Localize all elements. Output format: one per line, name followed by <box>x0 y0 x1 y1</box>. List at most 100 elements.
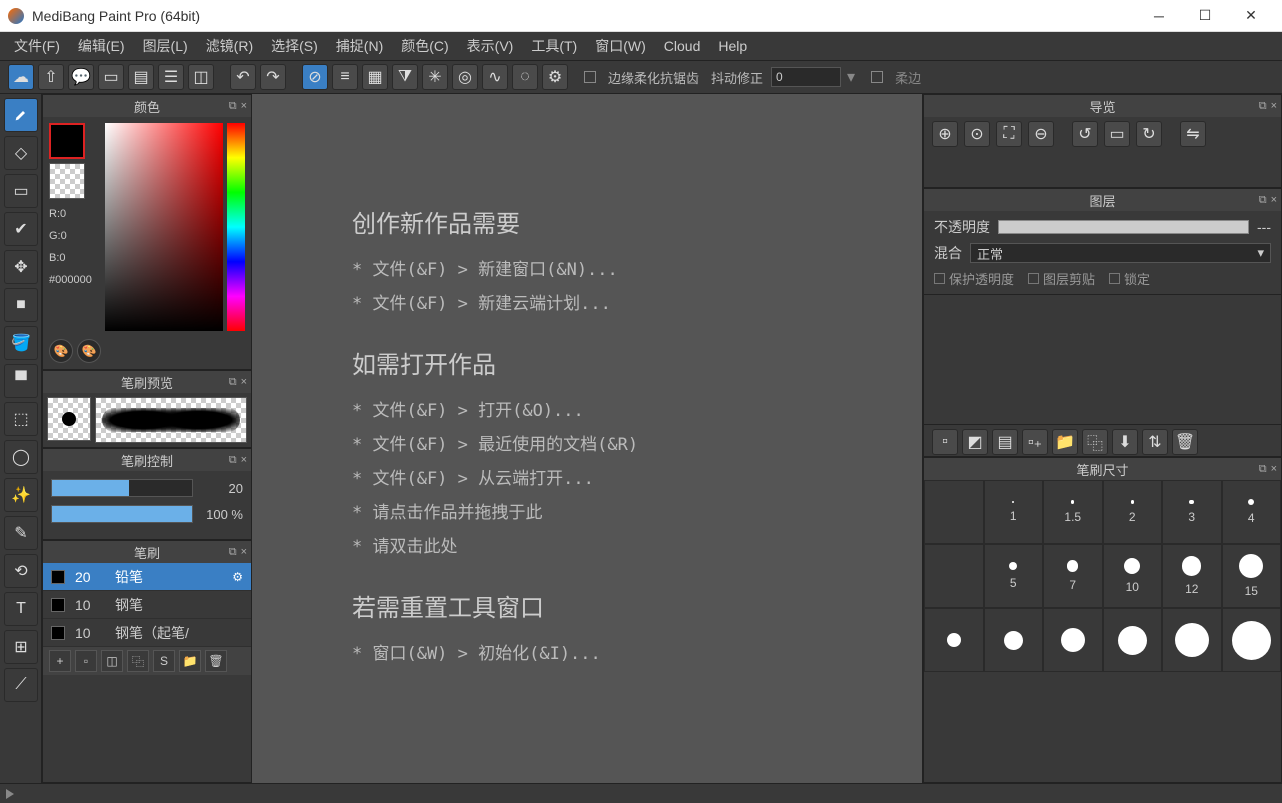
popout-icon[interactable]: ⧉ <box>1259 463 1267 476</box>
brush-item-pencil[interactable]: 20 铅笔 ⚙ <box>43 563 251 591</box>
zoom-fit-icon[interactable]: ⊙ <box>964 121 990 147</box>
snap-perspective-icon[interactable]: ⧩ <box>392 64 418 90</box>
foreground-color-swatch[interactable] <box>49 123 85 159</box>
eyedropper-tool[interactable]: ⟋ <box>4 668 38 702</box>
dot-brush-tool[interactable]: ✔ <box>4 212 38 246</box>
palette-wheel-icon[interactable]: 🎨 <box>77 339 101 363</box>
brush-size-cell[interactable]: 15 <box>1222 544 1282 608</box>
brush-opacity-slider[interactable] <box>51 505 193 523</box>
brush-control-header[interactable]: 笔刷控制 ⧉× <box>43 449 251 471</box>
delete-brush-button[interactable]: 🗑 <box>205 650 227 672</box>
gradient-tool[interactable]: ▀ <box>4 364 38 398</box>
canvas-area[interactable]: 创作新作品需要 * 文件(&F) > 新建窗口(&N)... * 文件(&F) … <box>252 94 922 783</box>
add-brush-button[interactable]: + <box>49 650 71 672</box>
cloud-icon[interactable]: ☁ <box>8 64 34 90</box>
new-brush-button[interactable]: ▫ <box>75 650 97 672</box>
status-expand-icon[interactable] <box>6 789 14 799</box>
maximize-button[interactable]: ☐ <box>1182 0 1228 32</box>
brush-size-cell[interactable] <box>984 608 1044 672</box>
popout-icon[interactable]: ⧉ <box>229 376 237 389</box>
layer-settings-button[interactable]: ⇅ <box>1142 429 1168 455</box>
wand-tool[interactable]: ✨ <box>4 478 38 512</box>
brush-size-cell[interactable]: 3 <box>1162 480 1222 544</box>
close-icon[interactable]: × <box>1271 194 1277 207</box>
comment-icon[interactable]: 💬 <box>68 64 94 90</box>
lasso-tool[interactable]: ◯ <box>4 440 38 474</box>
rotate-cw-icon[interactable]: ↻ <box>1136 121 1162 147</box>
layer-list[interactable] <box>924 294 1281 424</box>
antialias-checkbox[interactable] <box>584 71 596 83</box>
snap-concentric-icon[interactable]: ◎ <box>452 64 478 90</box>
snap-parallel-icon[interactable]: ≡ <box>332 64 358 90</box>
protect-alpha-checkbox[interactable] <box>934 273 945 284</box>
menu-edit[interactable]: 编辑(E) <box>70 34 133 58</box>
new-color-layer-button[interactable]: ◩ <box>962 429 988 455</box>
brush-folder-button[interactable]: 📁 <box>179 650 201 672</box>
brush-size-slider[interactable] <box>51 479 193 497</box>
hue-slider[interactable] <box>227 123 245 331</box>
close-icon[interactable]: × <box>1271 463 1277 476</box>
new-layer-button[interactable]: ▫ <box>932 429 958 455</box>
chat-icon[interactable]: ▭ <box>98 64 124 90</box>
bucket-tool[interactable]: 🪣 <box>4 326 38 360</box>
brush-size-cell[interactable] <box>1043 608 1103 672</box>
brush-size-cell[interactable]: 2 <box>1103 480 1163 544</box>
brush-tool[interactable] <box>4 98 38 132</box>
clipping-checkbox[interactable] <box>1028 273 1039 284</box>
menu-snap[interactable]: 捕捉(N) <box>328 34 391 58</box>
brush-size-cell[interactable]: 10 <box>1103 544 1163 608</box>
snap-ellipse-icon[interactable]: ◌ <box>512 64 538 90</box>
brush-size-cell[interactable]: 7 <box>1043 544 1103 608</box>
brush-size-cell[interactable] <box>924 608 984 672</box>
menu-color[interactable]: 颜色(C) <box>393 34 456 58</box>
pen-select-tool[interactable]: ✎ <box>4 516 38 550</box>
snap-grid-icon[interactable]: ▦ <box>362 64 388 90</box>
eraser-tool[interactable]: ◇ <box>4 136 38 170</box>
popout-icon[interactable]: ⧉ <box>229 546 237 559</box>
brush-group-button[interactable]: ◫ <box>101 650 123 672</box>
new-halftone-layer-button[interactable]: ▤ <box>992 429 1018 455</box>
menu-tool[interactable]: 工具(T) <box>523 34 585 58</box>
brush-preview-header[interactable]: 笔刷预览 ⧉× <box>43 371 251 393</box>
brush-size-header[interactable]: 笔刷尺寸 ⧉× <box>924 458 1281 480</box>
divide-tool[interactable]: ⊞ <box>4 630 38 664</box>
popout-icon[interactable]: ⧉ <box>1259 100 1267 113</box>
layer-opacity-slider[interactable] <box>998 220 1249 234</box>
zoom-in-icon[interactable]: ⊕ <box>932 121 958 147</box>
brush-size-cell[interactable]: 1 <box>984 480 1044 544</box>
brush-script-button[interactable]: S <box>153 650 175 672</box>
brush-size-cell[interactable]: 1.5 <box>1043 480 1103 544</box>
move-tool[interactable]: ✥ <box>4 250 38 284</box>
brush-size-cell[interactable]: 5 <box>984 544 1044 608</box>
brush-item-pen2[interactable]: 10 钢笔（起笔/ <box>43 619 251 647</box>
brush-size-cell[interactable] <box>1162 608 1222 672</box>
menu-window[interactable]: 窗口(W) <box>587 34 654 58</box>
close-button[interactable]: ✕ <box>1228 0 1274 32</box>
text-tool[interactable]: T <box>4 592 38 626</box>
menu-select[interactable]: 选择(S) <box>263 34 326 58</box>
merge-down-button[interactable]: ⬇ <box>1112 429 1138 455</box>
snap-curve-icon[interactable]: ∿ <box>482 64 508 90</box>
shake-input[interactable] <box>771 67 841 87</box>
brush-size-cell[interactable] <box>1222 608 1282 672</box>
lock-checkbox[interactable] <box>1109 273 1120 284</box>
close-icon[interactable]: × <box>241 546 247 559</box>
navigator-header[interactable]: 导览 ⧉× <box>924 95 1281 117</box>
minimize-button[interactable]: ─ <box>1136 0 1182 32</box>
swatch-icon[interactable]: ◫ <box>188 64 214 90</box>
fill-tool[interactable]: ■ <box>4 288 38 322</box>
close-icon[interactable]: × <box>1271 100 1277 113</box>
delete-layer-button[interactable]: 🗑 <box>1172 429 1198 455</box>
background-color-swatch[interactable] <box>49 163 85 199</box>
popout-icon[interactable]: ⧉ <box>229 100 237 113</box>
popout-icon[interactable]: ⧉ <box>229 454 237 467</box>
palette-mode-icon[interactable]: 🎨 <box>49 339 73 363</box>
popout-icon[interactable]: ⧉ <box>1259 194 1267 207</box>
duplicate-layer-button[interactable]: ⿻ <box>1082 429 1108 455</box>
zoom-out-icon[interactable]: ⊖ <box>1028 121 1054 147</box>
gear-icon[interactable]: ⚙ <box>232 570 243 584</box>
brush-size-cell[interactable]: 12 <box>1162 544 1222 608</box>
navigator-view[interactable] <box>924 149 1281 187</box>
select-rect-tool[interactable]: ⬚ <box>4 402 38 436</box>
snap-off-icon[interactable]: ⊘ <box>302 64 328 90</box>
